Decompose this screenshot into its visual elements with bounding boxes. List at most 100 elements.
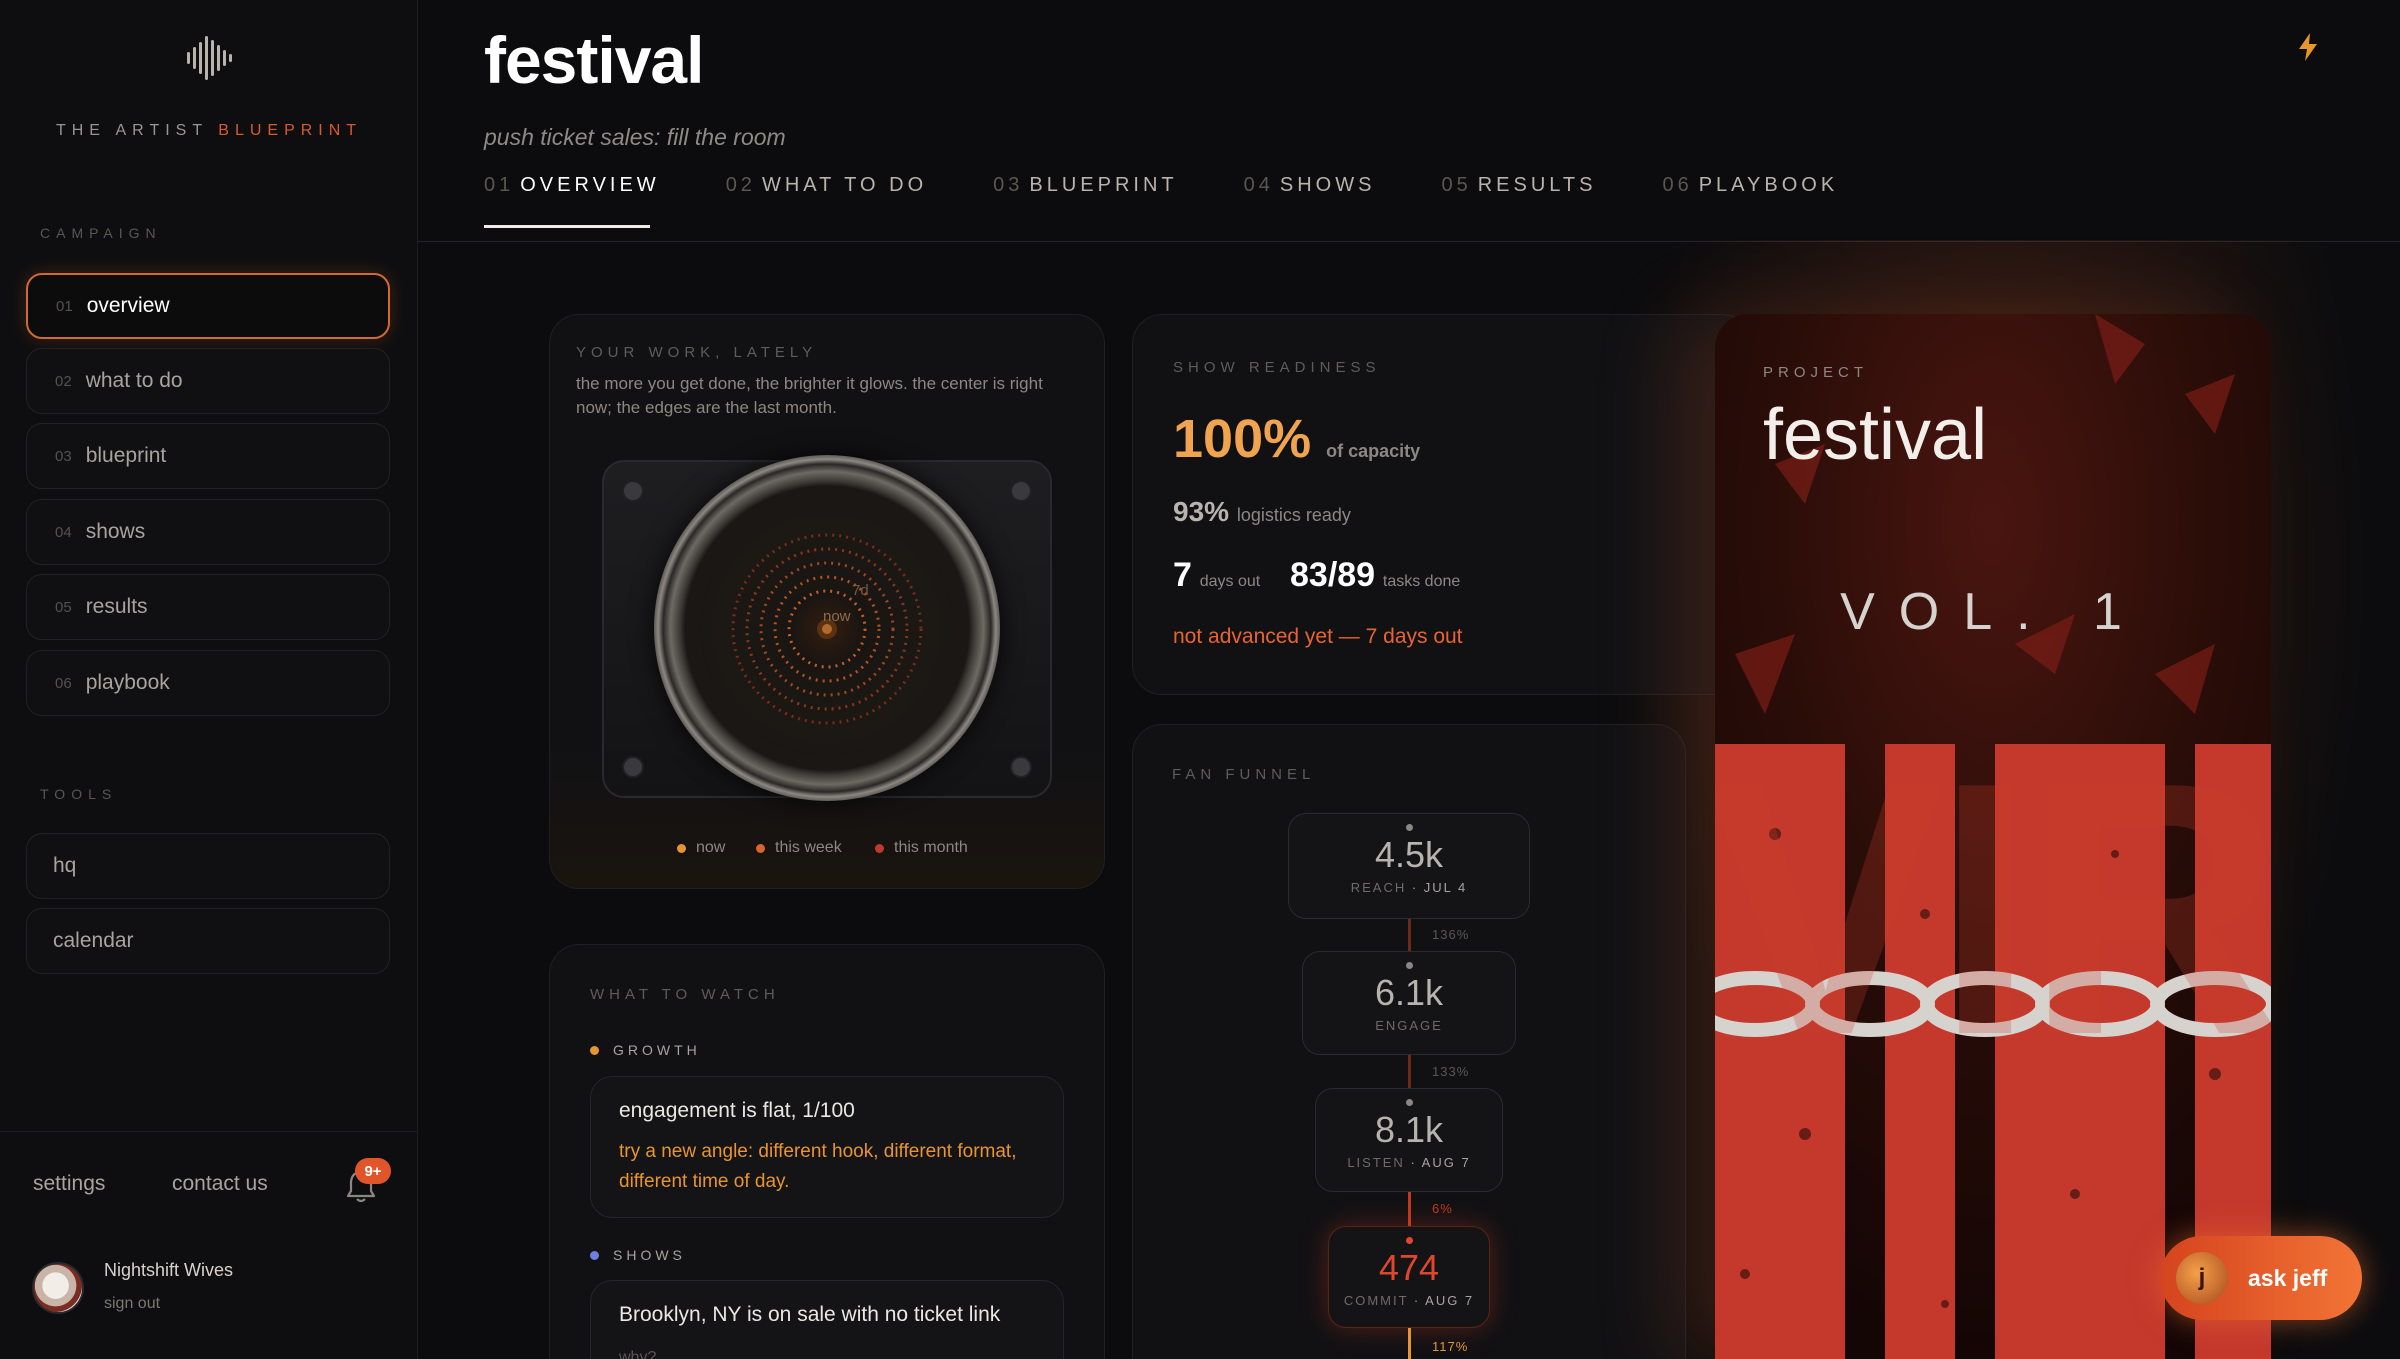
- tab-overview[interactable]: 01 OVERVIEW: [484, 174, 660, 197]
- screw-icon: [1010, 756, 1032, 778]
- stage-label: REACH · JUL 4: [1289, 880, 1529, 895]
- watch-group-shows: SHOWS: [590, 1247, 686, 1263]
- watch-item-tip: why?: [619, 1349, 657, 1359]
- funnel-stage-reach[interactable]: 4.5k REACH · JUL 4: [1288, 813, 1530, 919]
- stage-value: 474: [1378, 1247, 1440, 1288]
- soundwave-logo-icon[interactable]: [185, 36, 233, 80]
- active-tab-indicator: [484, 225, 650, 228]
- tab-number: 05: [1441, 174, 1472, 196]
- funnel-stage-commit[interactable]: 474 COMMIT · AUG 7: [1328, 1226, 1490, 1328]
- nav-label: playbook: [85, 671, 170, 694]
- tab-what-to-do[interactable]: 02 WHAT TO DO: [726, 174, 927, 197]
- lightning-icon[interactable]: [2295, 32, 2321, 62]
- legend-dot: [677, 843, 686, 853]
- nav-number: 01: [56, 297, 73, 315]
- tab-number: 03: [993, 174, 1024, 196]
- user-name: Nightshift Wives: [104, 1260, 234, 1280]
- brand-accent: BLUEPRINT: [218, 122, 363, 139]
- stage-label: LISTEN · AUG 7: [1316, 1155, 1502, 1170]
- watch-label: WHAT TO WATCH: [590, 986, 780, 1003]
- tab-label: PLAYBOOK: [1698, 174, 1839, 196]
- watch-item-brooklyn[interactable]: Brooklyn, NY is on sale with no ticket l…: [590, 1280, 1064, 1359]
- group-head: SHOWS: [613, 1247, 686, 1263]
- nav-number: 03: [55, 447, 72, 465]
- sidebar-item-what-to-do[interactable]: 02 what to do: [26, 348, 390, 414]
- legend-now: now: [677, 839, 725, 857]
- tab-label: WHAT TO DO: [761, 174, 928, 196]
- avatar[interactable]: [32, 1262, 84, 1314]
- stage-value: 6.1k: [1374, 972, 1444, 1013]
- notification-badge: 9+: [355, 1158, 391, 1184]
- funnel-label: FAN FUNNEL: [1172, 766, 1316, 783]
- legend-dot: [875, 843, 884, 853]
- nav-label: shows: [85, 520, 146, 543]
- legend-this-month: this month: [875, 839, 968, 857]
- sidebar-item-shows[interactable]: 04 shows: [26, 499, 390, 565]
- contact-us-link[interactable]: contact us: [172, 1172, 268, 1196]
- dial-center-label: now: [823, 608, 851, 625]
- nav-label: what to do: [85, 369, 183, 392]
- settings-link[interactable]: settings: [33, 1172, 105, 1196]
- stage-dot: [1406, 824, 1413, 831]
- tab-label: SHOWS: [1279, 174, 1376, 196]
- tab-results[interactable]: 05 RESULTS: [1441, 174, 1596, 197]
- funnel-stage-listen[interactable]: 8.1k LISTEN · AUG 7: [1315, 1088, 1503, 1192]
- tab-shows[interactable]: 04 SHOWS: [1244, 174, 1376, 197]
- stage-dot: [1406, 962, 1413, 969]
- nav-number: 06: [55, 674, 72, 692]
- project-poster[interactable]: PROJECT festival VOL. 1 VIR: [1715, 314, 2271, 1359]
- sidebar-item-results[interactable]: 05 results: [26, 574, 390, 640]
- poster-label: PROJECT: [1763, 364, 1869, 381]
- legend-label: now: [696, 839, 726, 856]
- tab-blueprint[interactable]: 03 BLUEPRINT: [993, 174, 1178, 197]
- nav-label: results: [85, 595, 148, 618]
- ask-jeff-label: ask jeff: [2248, 1264, 2328, 1291]
- tools-section-label: TOOLS: [40, 786, 118, 802]
- days-number: 7: [1173, 556, 1192, 594]
- legend-label: this week: [775, 839, 842, 856]
- stage-name: ENGAGE: [1375, 1018, 1443, 1033]
- stage-name: LISTEN: [1347, 1155, 1405, 1170]
- stage-name: REACH: [1350, 880, 1407, 895]
- ask-jeff-button[interactable]: j ask jeff: [2160, 1236, 2362, 1320]
- stage-date: · JUL 4: [1406, 880, 1468, 895]
- watch-item-tip: try a new angle: different hook, differe…: [619, 1141, 1017, 1192]
- capacity-value: 100% of capacity: [1173, 408, 1420, 470]
- funnel-connector: [1408, 1055, 1411, 1088]
- activity-dial-face[interactable]: now 7d: [700, 502, 954, 756]
- page-subtitle: push ticket sales: fill the room: [484, 124, 786, 150]
- poster-volume: VOL. 1: [1840, 583, 2146, 641]
- funnel-stage-engage[interactable]: 6.1k ENGAGE: [1302, 951, 1516, 1055]
- screw-icon: [622, 756, 644, 778]
- sidebar-item-blueprint[interactable]: 03 blueprint: [26, 423, 390, 489]
- sidebar-item-playbook[interactable]: 06 playbook: [26, 650, 390, 716]
- tool-item-hq[interactable]: hq: [26, 833, 390, 899]
- legend-dot: [756, 843, 765, 853]
- legend-this-week: this week: [756, 839, 842, 857]
- tab-number: 02: [725, 174, 756, 196]
- tab-playbook[interactable]: 06 PLAYBOOK: [1662, 174, 1838, 197]
- days-out-metric: 7 days out: [1173, 556, 1260, 595]
- stage-label: COMMIT · AUG 7: [1329, 1293, 1489, 1308]
- stage-date: · AUG 7: [1404, 1155, 1471, 1170]
- stage-value: 4.5k: [1374, 834, 1444, 875]
- poster-project-name: festival: [1763, 395, 1988, 475]
- sidebar-item-overview[interactable]: 01 overview: [26, 273, 390, 339]
- nav-number: 04: [55, 523, 72, 541]
- tool-item-calendar[interactable]: calendar: [26, 908, 390, 974]
- sign-out-link[interactable]: sign out: [104, 1295, 160, 1313]
- watch-group-growth: GROWTH: [590, 1042, 701, 1058]
- tab-label: RESULTS: [1477, 174, 1597, 196]
- days-note: days out: [1199, 573, 1261, 590]
- watch-item-engagement[interactable]: engagement is flat, 1/100 try a new angl…: [590, 1076, 1064, 1218]
- sidebar-footer-divider: [0, 1131, 418, 1132]
- readiness-warning[interactable]: not advanced yet — 7 days out: [1173, 625, 1463, 649]
- tasks-metric: 83/89 tasks done: [1290, 556, 1460, 595]
- logistics-metric: 93% logistics ready: [1173, 496, 1351, 528]
- funnel-conversion: 6%: [1432, 1201, 1453, 1216]
- legend-label: this month: [894, 839, 968, 856]
- tab-number: 06: [1662, 174, 1693, 196]
- screw-icon: [1010, 480, 1032, 502]
- group-head: GROWTH: [613, 1042, 701, 1058]
- watch-item-title: Brooklyn, NY is on sale with no ticket l…: [619, 1303, 1001, 1326]
